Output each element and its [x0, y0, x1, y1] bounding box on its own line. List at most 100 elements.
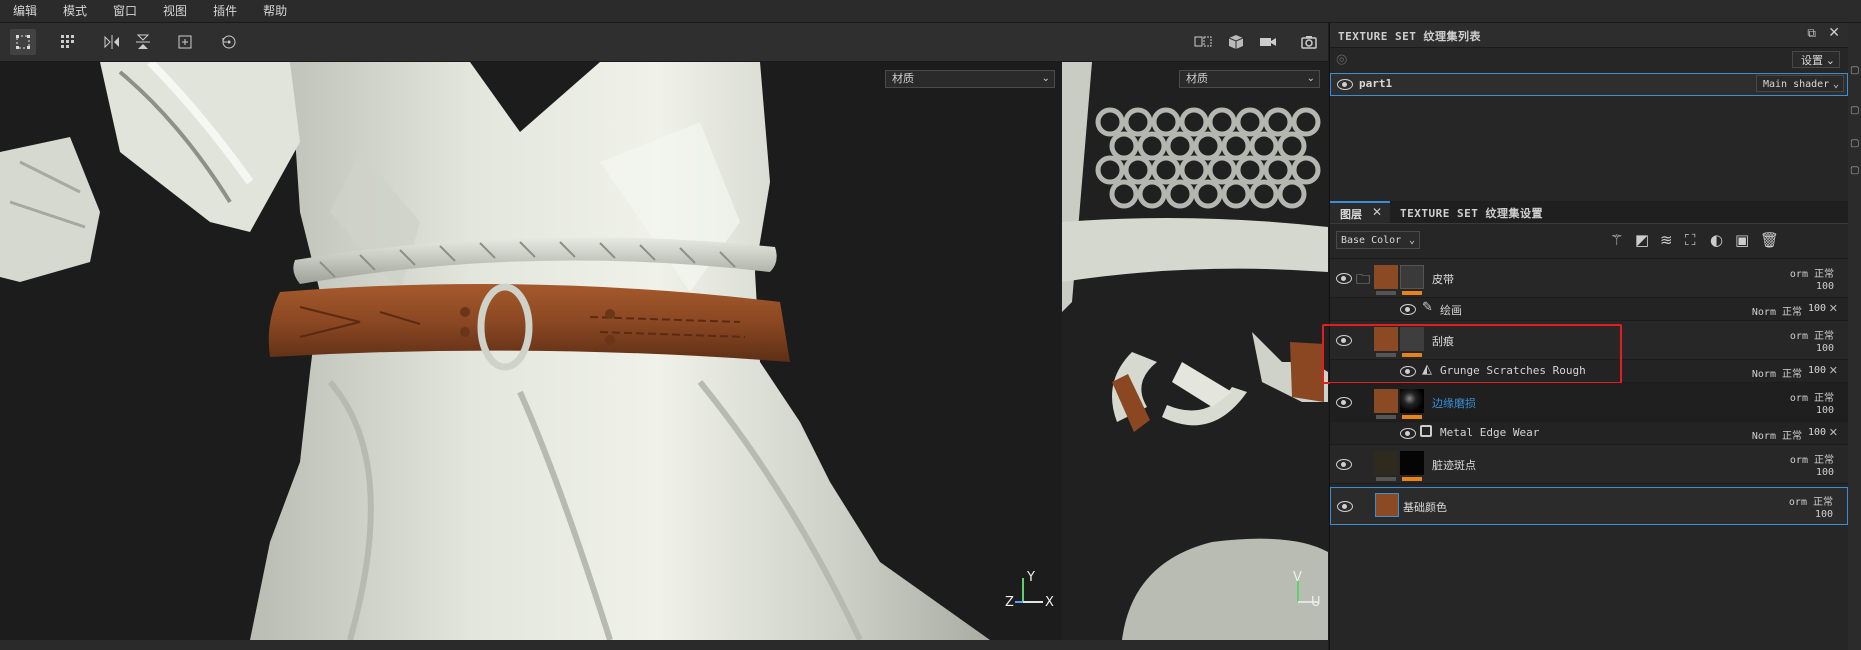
close-icon[interactable]: ✕: [1829, 364, 1838, 377]
eye-icon[interactable]: [1400, 428, 1416, 439]
axis-label-u: U: [1311, 595, 1321, 610]
effect-name: Metal Edge Wear: [1440, 426, 1540, 439]
mask-thumbnail: [1400, 389, 1424, 413]
layer-thumbnail: [1375, 493, 1399, 517]
3d-cube-icon[interactable]: [1223, 29, 1249, 55]
add-fill-layer-icon[interactable]: ⛶: [1685, 231, 1696, 249]
layer-opacity[interactable]: 100: [1816, 467, 1834, 478]
eye-icon[interactable]: [1336, 459, 1352, 470]
grid-display-icon[interactable]: [55, 29, 81, 55]
tab-texture-set-settings[interactable]: TEXTURE SET 纹理集设置: [1392, 201, 1572, 223]
delete-icon[interactable]: 🗑: [1760, 231, 1779, 249]
add-layer-icon[interactable]: ≋: [1660, 231, 1673, 249]
eye-icon[interactable]: [1336, 273, 1352, 284]
layer-thumbnail: [1374, 265, 1398, 289]
chevron-down-icon: ⌄: [1825, 54, 1835, 67]
add-mask-icon[interactable]: ◐: [1710, 231, 1723, 249]
axis-label-z: Z: [1005, 595, 1014, 610]
effect-opacity[interactable]: 100: [1808, 365, 1826, 376]
popout-icon[interactable]: ⧉: [1807, 26, 1816, 41]
settings-label: 设置: [1801, 54, 1823, 67]
tab-layers-label: 图层: [1340, 208, 1362, 221]
axis-label-v: V: [1293, 570, 1302, 585]
frame-selection-icon[interactable]: [172, 29, 198, 55]
layer-opacity[interactable]: 100: [1816, 281, 1834, 292]
channel-label: Base Color: [1341, 235, 1402, 246]
3d-model-render: [0, 62, 990, 640]
reset-camera-icon[interactable]: [216, 29, 242, 55]
layer-opacity[interactable]: 100: [1816, 405, 1834, 416]
shader-dropdown[interactable]: Main shader ⌄: [1756, 75, 1844, 92]
tab-layers[interactable]: 图层 ✕: [1330, 201, 1390, 223]
texture-set-item-part1[interactable]: part1 Main shader ⌄: [1330, 73, 1848, 96]
close-icon[interactable]: ✕: [1372, 205, 1382, 219]
menu-help[interactable]: 帮助: [250, 0, 300, 22]
panel-icon[interactable]: ▢: [1850, 165, 1859, 176]
split-view-icon[interactable]: [1190, 29, 1216, 55]
material-dropdown-2d[interactable]: 材质 ⌄: [1179, 70, 1320, 88]
effect-blend[interactable]: Norm 正常: [1752, 427, 1802, 442]
layer-blend[interactable]: orm 正常: [1790, 327, 1834, 342]
symmetry-icon[interactable]: [99, 29, 125, 55]
menu-edit[interactable]: 编辑: [0, 0, 50, 22]
effect-row-paint[interactable]: ✎ 绘画 Norm 正常 100 ✕: [1330, 298, 1848, 321]
panel-icon[interactable]: ▢: [1850, 65, 1859, 76]
camera-video-icon[interactable]: [1255, 29, 1281, 55]
axis-label-y: Y: [1027, 570, 1035, 585]
layer-opacity[interactable]: 100: [1816, 343, 1834, 354]
effect-name: 绘画: [1440, 304, 1462, 317]
close-icon[interactable]: ✕: [1829, 302, 1838, 315]
symmetry-vertical-icon[interactable]: [130, 29, 156, 55]
chevron-down-icon: ⌄: [1408, 235, 1415, 246]
layer-name: 基础颜色: [1403, 501, 1447, 514]
material-dropdown-3d[interactable]: 材质 ⌄: [885, 70, 1055, 88]
menu-plugins[interactable]: 插件: [200, 0, 250, 22]
magic-wand-icon[interactable]: ⚚: [1610, 231, 1623, 249]
effect-opacity[interactable]: 100: [1808, 427, 1826, 438]
close-icon[interactable]: ✕: [1828, 25, 1840, 41]
settings-dropdown[interactable]: 设置 ⌄: [1792, 51, 1840, 68]
effect-row-metal-edge-wear[interactable]: Metal Edge Wear Norm 正常 100 ✕: [1330, 422, 1848, 445]
layer-blend[interactable]: orm 正常: [1790, 265, 1834, 280]
screenshot-camera-icon[interactable]: [1296, 29, 1322, 55]
menu-mode[interactable]: 模式: [50, 0, 100, 22]
eye-icon[interactable]: [1400, 304, 1416, 315]
eye-icon[interactable]: [1337, 79, 1353, 90]
layer-bar: [1376, 291, 1396, 295]
layer-blend[interactable]: orm 正常: [1790, 451, 1834, 466]
panel-icon[interactable]: ▢: [1850, 105, 1859, 116]
eye-icon[interactable]: [1337, 501, 1353, 512]
tab-texture-set-settings-label: TEXTURE SET 纹理集设置: [1400, 207, 1543, 220]
eye-icon[interactable]: [1336, 397, 1352, 408]
layer-row-base-color[interactable]: 基础颜色 orm 正常 100: [1330, 487, 1848, 525]
shader-label: Main shader: [1763, 79, 1830, 90]
channel-dropdown[interactable]: Base Color ⌄: [1336, 231, 1420, 249]
layer-name: 皮带: [1432, 273, 1454, 286]
layer-row-dirt-spots[interactable]: 脏迹斑点 orm 正常 100: [1330, 445, 1848, 484]
mask-thumbnail: [1400, 265, 1424, 289]
layer-name: 脏迹斑点: [1432, 459, 1476, 472]
layer-blend[interactable]: orm 正常: [1790, 389, 1834, 404]
effect-blend[interactable]: Norm 正常: [1752, 303, 1802, 318]
effect-blend[interactable]: Norm 正常: [1752, 365, 1802, 380]
effect-opacity[interactable]: 100: [1808, 303, 1826, 314]
menu-view[interactable]: 视图: [150, 0, 200, 22]
layer-toolbar: Base Color ⌄ ⚚ ◩ ≋ ⛶ ◐ ▣ 🗑: [1330, 224, 1848, 259]
close-icon[interactable]: ✕: [1829, 426, 1838, 439]
layer-row-edge-wear[interactable]: 边缘磨损 orm 正常 100: [1330, 383, 1848, 422]
mask-bar: [1402, 477, 1422, 481]
menu-window[interactable]: 窗口: [100, 0, 150, 22]
visibility-toggle-all-icon[interactable]: ◎: [1336, 52, 1347, 67]
panel-icon[interactable]: ▢: [1850, 138, 1859, 149]
uv-texture-render: [1062, 62, 1328, 640]
right-icon-strip: ▢ ▢ ▢ ▢: [1848, 23, 1861, 650]
add-effect-icon[interactable]: ◩: [1635, 231, 1649, 249]
3d-viewport[interactable]: 材质 ⌄ Y Z X: [0, 62, 1061, 640]
add-folder-icon[interactable]: ▣: [1735, 231, 1749, 249]
layer-blend[interactable]: orm 正常: [1789, 493, 1833, 508]
layer-opacity[interactable]: 100: [1815, 509, 1833, 520]
layer-row-pidai[interactable]: 🗀 皮带 orm 正常 100: [1330, 259, 1848, 298]
selection-mode-icon[interactable]: [10, 29, 36, 55]
chevron-down-icon: ⌄: [1832, 79, 1839, 90]
2d-uv-viewport[interactable]: 材质 ⌄ V U: [1062, 62, 1328, 640]
